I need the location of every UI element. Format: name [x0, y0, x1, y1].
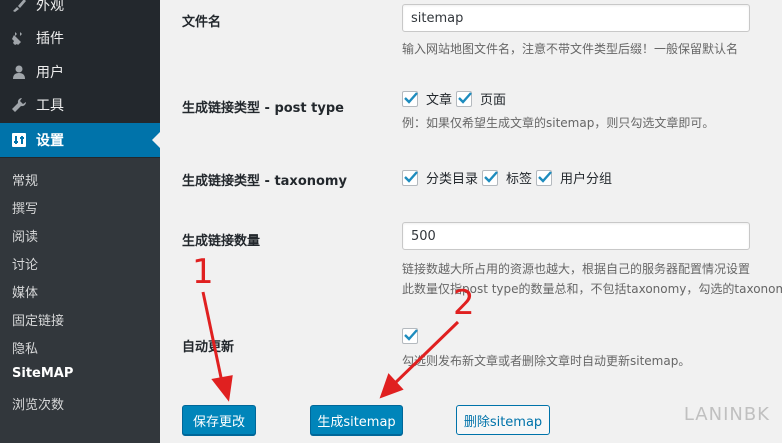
submenu-item-general[interactable]: 常规 — [12, 170, 38, 189]
checkbox-auto-update[interactable] — [402, 328, 418, 344]
checkbox-user-group-label: 用户分组 — [560, 172, 613, 187]
checkbox-post-label: 文章 — [426, 93, 453, 108]
settings-submenu: 常规 撰写 阅读 讨论 媒体 固定链接 隐私 SiteMAP 浏览次数 — [0, 158, 160, 443]
annotation-arrowhead-1 — [211, 375, 233, 402]
watermark-logo: LANINBK — [683, 404, 770, 425]
submenu-item-reading[interactable]: 阅读 — [12, 226, 38, 245]
auto-update-label: 自动更新 — [182, 340, 235, 355]
admin-sidebar: 外观 插件 用户 工具 设置 常规 撰写 阅读 讨论 媒体 固定链接 隐私 Si… — [0, 0, 160, 443]
link-count-label: 生成链接数量 — [182, 234, 261, 249]
menu-item-appearance[interactable]: 外观 — [0, 0, 160, 22]
submenu-item-privacy[interactable]: 隐私 — [12, 338, 38, 357]
wrench-icon — [10, 96, 28, 114]
annotation-number-2: 2 — [453, 283, 475, 323]
auto-update-option — [402, 328, 426, 344]
taxonomy-options: 分类目录 标签 用户分组 — [402, 168, 616, 187]
menu-label: 工具 — [36, 98, 64, 114]
post-type-description: 例：如果仅希望生成文章的sitemap，则只勾选文章即可。 — [402, 116, 715, 130]
auto-update-description: 勾选则发布新文章或者删除文章时自动更新sitemap。 — [402, 354, 691, 368]
annotation-arrowhead-2 — [379, 373, 404, 399]
checkbox-tag-label: 标签 — [506, 172, 533, 187]
checkbox-user-group[interactable] — [536, 169, 553, 186]
checkbox-post[interactable] — [402, 90, 418, 107]
submenu-item-permalinks[interactable]: 固定链接 — [12, 310, 64, 329]
taxonomy-label: 生成链接类型 - taxonomy — [182, 174, 347, 189]
checkbox-category[interactable] — [402, 169, 418, 186]
menu-label: 用户 — [36, 65, 64, 81]
filename-description: 输入网站地图文件名，注意不带文件类型后缀！一般保留默认名 — [402, 42, 739, 56]
delete-sitemap-button[interactable]: 删除sitemap — [456, 405, 550, 435]
post-type-label: 生成链接类型 - post type — [182, 101, 344, 116]
submenu-item-writing[interactable]: 撰写 — [12, 198, 38, 217]
checkbox-tag[interactable] — [482, 169, 499, 186]
link-count-input[interactable] — [402, 222, 750, 250]
submenu-item-media[interactable]: 媒体 — [12, 282, 38, 301]
submenu-item-sitemap[interactable]: SiteMAP — [12, 366, 73, 381]
menu-label: 插件 — [36, 31, 64, 47]
menu-label: 设置 — [36, 133, 64, 149]
annotation-number-1: 1 — [192, 252, 214, 292]
menu-item-settings[interactable]: 设置 — [0, 123, 160, 157]
generate-sitemap-button[interactable]: 生成sitemap — [310, 405, 403, 435]
checkbox-page[interactable] — [456, 90, 473, 107]
submenu-item-discussion[interactable]: 讨论 — [12, 254, 38, 273]
checkbox-page-label: 页面 — [480, 93, 507, 108]
filename-label: 文件名 — [182, 15, 222, 30]
menu-label: 外观 — [36, 0, 64, 14]
filename-input[interactable] — [402, 4, 750, 32]
checkbox-category-label: 分类目录 — [426, 172, 479, 187]
user-icon — [10, 63, 28, 81]
link-count-description-1: 链接数越大所占用的资源也越大，根据自己的服务器配置情况设置 — [402, 262, 751, 276]
submenu-item-views[interactable]: 浏览次数 — [12, 394, 64, 413]
menu-item-tools[interactable]: 工具 — [0, 88, 160, 122]
menu-item-users[interactable]: 用户 — [0, 55, 160, 89]
brush-icon — [10, 0, 28, 14]
menu-item-plugins[interactable]: 插件 — [0, 21, 160, 55]
settings-icon — [10, 131, 28, 149]
save-changes-button[interactable]: 保存更改 — [182, 405, 256, 435]
post-type-options: 文章 页面 — [402, 89, 510, 108]
plug-icon — [10, 29, 28, 47]
